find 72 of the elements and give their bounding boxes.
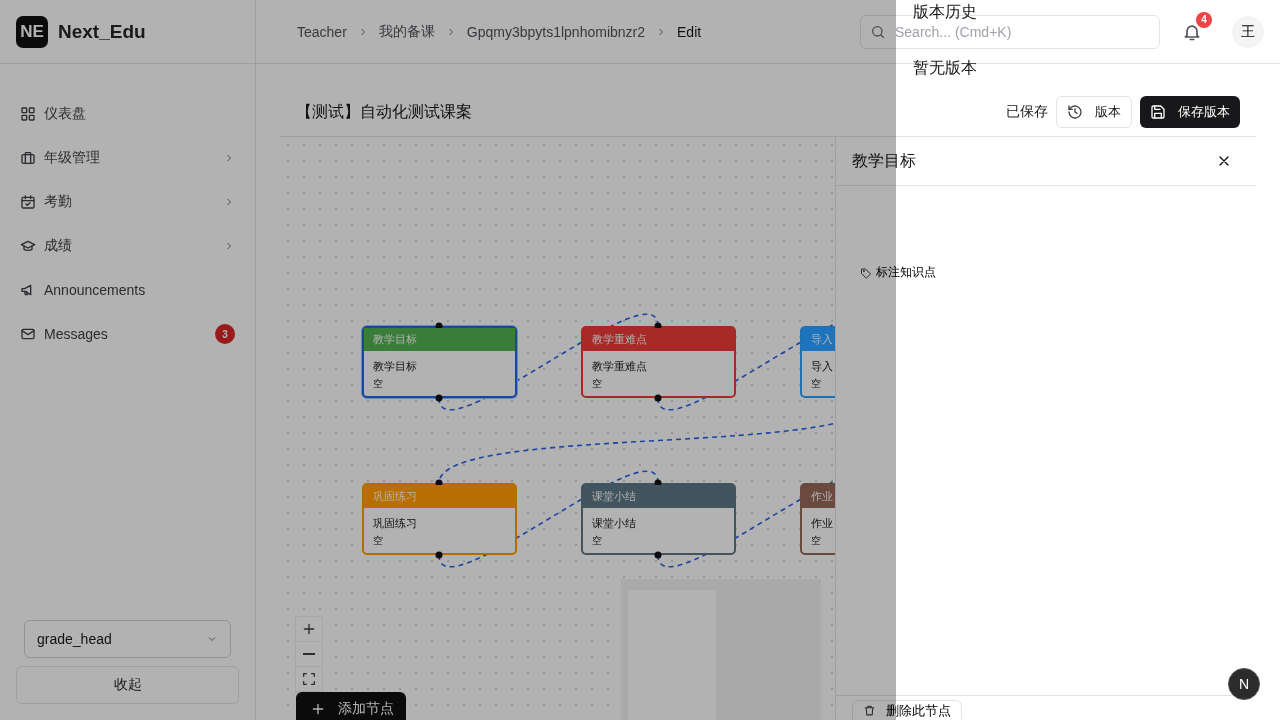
plus-icon	[310, 701, 326, 717]
node-content: 空	[372, 534, 384, 548]
breadcrumb-item[interactable]: Gpqmy3bpyts1lpnhomibnzr2	[466, 23, 646, 40]
node-title: 课堂小结	[591, 516, 637, 531]
lesson-title: 【测试】自动化测试课案	[296, 101, 472, 122]
node-title: 导入	[810, 359, 834, 374]
graduation-cap-icon	[20, 238, 36, 254]
collapse-button[interactable]: 收起	[16, 666, 239, 704]
app-logo: NE	[16, 15, 48, 48]
node-content: 空	[372, 377, 384, 391]
empty-message: 暂无版本	[913, 58, 977, 78]
sidebar-item[interactable]: 考勤	[8, 180, 247, 224]
tag-icon	[860, 266, 872, 279]
sidebar-item[interactable]: 成绩	[8, 224, 247, 268]
sidebar-item[interactable]: Messages 3	[8, 312, 247, 356]
sidebar-item[interactable]: 仪表盘	[8, 92, 247, 136]
grid-icon	[20, 106, 36, 122]
node-title: 作业	[810, 516, 834, 531]
add-node-button[interactable]: 添加节点	[296, 692, 406, 720]
lesson-node[interactable]: 导入 导入 空	[800, 326, 835, 398]
lesson-node[interactable]: 课堂小结 课堂小结 空	[581, 483, 736, 555]
sidebar-item[interactable]: Announcements	[8, 268, 247, 312]
node-title: 教学重难点	[591, 359, 648, 374]
fit-view-icon	[303, 673, 315, 685]
lesson-node[interactable]: 教学目标 教学目标 空	[362, 326, 517, 398]
app-name: Next_Edu	[58, 20, 146, 43]
notification-badge: 4	[1196, 11, 1212, 28]
lesson-node[interactable]: 巩固练习 巩固练习 空	[362, 483, 517, 555]
node-handle[interactable]	[654, 551, 662, 559]
user-avatar[interactable]: 王	[1232, 15, 1264, 48]
node-handle[interactable]	[654, 394, 662, 402]
history-icon	[1067, 104, 1083, 120]
trash-icon	[863, 704, 876, 717]
tag-knowledge-button[interactable]: 标注知识点	[860, 264, 936, 281]
node-content: 空	[591, 377, 603, 391]
breadcrumb-item: Edit	[677, 23, 702, 40]
node-content: 空	[591, 534, 603, 548]
briefcase-icon	[20, 150, 36, 166]
search-icon	[870, 23, 886, 40]
lesson-node[interactable]: 作业 作业 空	[800, 483, 835, 555]
breadcrumb-item[interactable]: 我的备课	[378, 22, 435, 41]
node-header: 教学目标	[364, 328, 515, 351]
save-icon	[1150, 104, 1166, 120]
node-header: 课堂小结	[583, 485, 734, 508]
sidebar-item[interactable]: 年级管理	[8, 136, 247, 180]
count-badge: 3	[215, 324, 235, 344]
node-header: 巩固练习	[364, 485, 515, 508]
node-handle[interactable]	[435, 322, 443, 330]
node-title: 巩固练习	[372, 516, 418, 531]
node-header: 导入	[802, 328, 835, 351]
node-content: 空	[810, 377, 822, 391]
node-header: 教学重难点	[583, 328, 734, 351]
lesson-node[interactable]: 教学重难点 教学重难点 空	[581, 326, 736, 398]
node-handle[interactable]	[435, 394, 443, 402]
node-title: 教学目标	[372, 359, 418, 374]
panel-title: 教学目标	[852, 150, 916, 171]
node-content: 空	[810, 534, 822, 548]
mail-icon	[20, 326, 36, 342]
node-handle[interactable]	[654, 322, 662, 330]
role-select[interactable]: grade_head	[24, 620, 231, 658]
breadcrumb-item[interactable]: Teacher	[297, 23, 347, 40]
node-header: 作业	[802, 485, 835, 508]
save-version-button[interactable]: 保存版本	[1140, 96, 1240, 128]
calendar-icon	[20, 194, 36, 210]
minus-icon	[303, 653, 315, 655]
node-handle[interactable]	[435, 479, 443, 487]
delete-node-button[interactable]: 删除此节点	[852, 700, 962, 720]
plus-icon	[301, 621, 317, 637]
save-status: 已保存	[1006, 103, 1048, 121]
node-handle[interactable]	[654, 479, 662, 487]
version-button[interactable]: 版本	[1056, 96, 1132, 128]
node-handle[interactable]	[435, 551, 443, 559]
